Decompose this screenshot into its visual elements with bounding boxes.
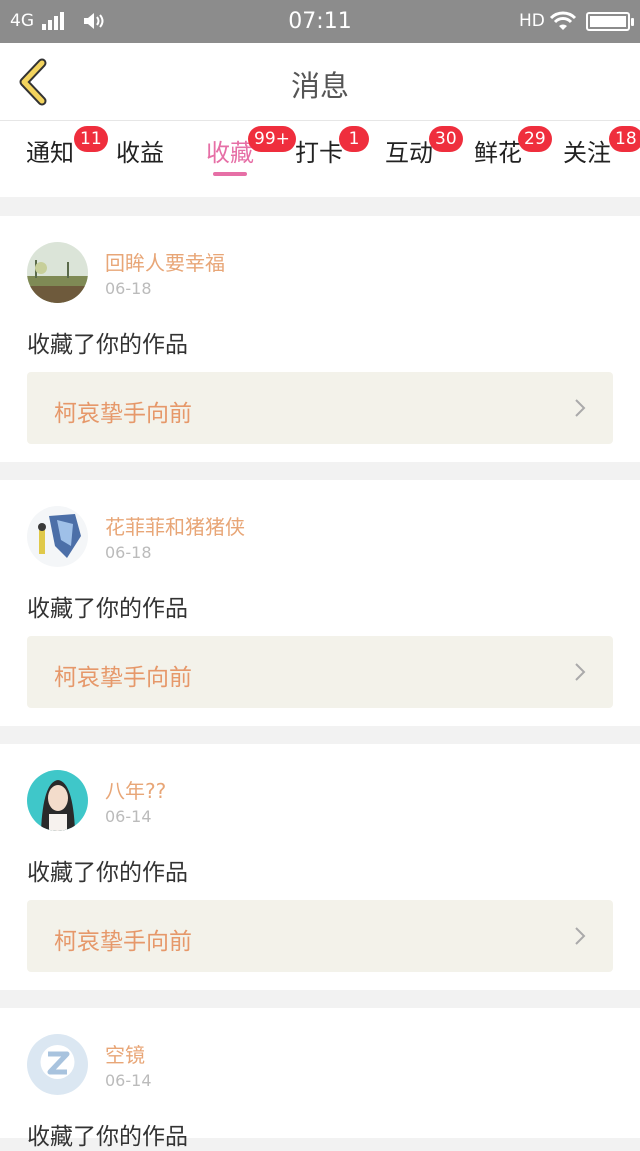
- message-text: 收藏了你的作品: [27, 860, 188, 886]
- tab-bar: 通知 11 收益 收藏 99+ 打卡 1 互动 30 鲜花 29 关注 18: [0, 121, 640, 197]
- username[interactable]: 花菲菲和猪猪侠: [105, 511, 245, 540]
- work-link[interactable]: 柯哀挚手向前: [27, 636, 613, 708]
- username[interactable]: 回眸人要幸福: [105, 247, 225, 276]
- count-badge: 99+: [248, 126, 296, 152]
- message-card: 八年?? 06-14 收藏了你的作品 柯哀挚手向前: [0, 744, 640, 990]
- message-card: 回眸人要幸福 06-18 收藏了你的作品 柯哀挚手向前: [0, 216, 640, 462]
- count-badge: 18: [609, 126, 640, 152]
- message-date: 06-18: [105, 279, 152, 298]
- tab-notice[interactable]: 通知 11: [26, 126, 108, 168]
- app-header: 消息: [0, 43, 640, 121]
- tab-follow[interactable]: 关注 18: [563, 126, 640, 168]
- work-title: 柯哀挚手向前: [54, 401, 192, 427]
- hd-indicator: HD: [519, 11, 545, 31]
- message-text: 收藏了你的作品: [27, 1124, 188, 1150]
- tab-flowers[interactable]: 鲜花 29: [474, 126, 552, 168]
- tab-label: 鲜花: [474, 139, 522, 167]
- chevron-right-icon: [575, 663, 586, 681]
- avatar[interactable]: [27, 770, 88, 831]
- message-text: 收藏了你的作品: [27, 332, 188, 358]
- chevron-right-icon: [575, 399, 586, 417]
- battery-icon: [586, 12, 634, 31]
- message-card: 花菲菲和猪猪侠 06-18 收藏了你的作品 柯哀挚手向前: [0, 480, 640, 726]
- tab-label: 通知: [26, 139, 74, 167]
- message-date: 06-18: [105, 543, 152, 562]
- tab-label: 互动: [385, 139, 433, 167]
- work-title: 柯哀挚手向前: [54, 665, 192, 691]
- username[interactable]: 空镜: [105, 1039, 145, 1068]
- wifi-icon: [548, 10, 578, 32]
- tab-label: 关注: [563, 139, 611, 167]
- avatar[interactable]: [27, 1034, 88, 1095]
- message-date: 06-14: [105, 1071, 152, 1090]
- message-date: 06-14: [105, 807, 152, 826]
- active-tab-indicator: [213, 172, 247, 176]
- work-link[interactable]: 柯哀挚手向前: [27, 900, 613, 972]
- tab-label: 打卡: [295, 139, 343, 167]
- tab-label: 收益: [116, 139, 164, 167]
- count-badge: 11: [74, 126, 108, 152]
- chevron-right-icon: [575, 927, 586, 945]
- count-badge: 30: [429, 126, 463, 152]
- avatar[interactable]: [27, 242, 88, 303]
- tab-earnings[interactable]: 收益: [116, 133, 164, 168]
- message-card: 空镜 06-14 收藏了你的作品: [0, 1008, 640, 1150]
- tab-label: 收藏: [206, 139, 254, 167]
- avatar[interactable]: [27, 506, 88, 567]
- count-badge: 29: [518, 126, 552, 152]
- tab-checkin[interactable]: 打卡 1: [295, 126, 369, 168]
- message-text: 收藏了你的作品: [27, 596, 188, 622]
- page-title: 消息: [290, 69, 349, 103]
- tab-interaction[interactable]: 互动 30: [385, 126, 463, 168]
- work-title: 柯哀挚手向前: [54, 929, 192, 955]
- count-badge: 1: [339, 126, 369, 152]
- username[interactable]: 八年??: [105, 775, 166, 804]
- tab-favorites[interactable]: 收藏 99+: [206, 126, 296, 168]
- work-link[interactable]: 柯哀挚手向前: [27, 372, 613, 444]
- status-bar: 4G 07:11 HD: [0, 0, 640, 43]
